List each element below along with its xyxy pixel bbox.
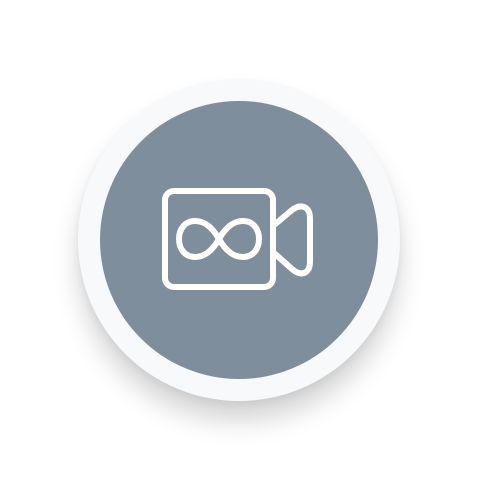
app-icon-canvas	[0, 0, 480, 480]
infinity-shape	[176, 218, 262, 260]
camera-lens-shape	[270, 203, 313, 277]
infinity-video-camera-icon	[160, 186, 316, 292]
